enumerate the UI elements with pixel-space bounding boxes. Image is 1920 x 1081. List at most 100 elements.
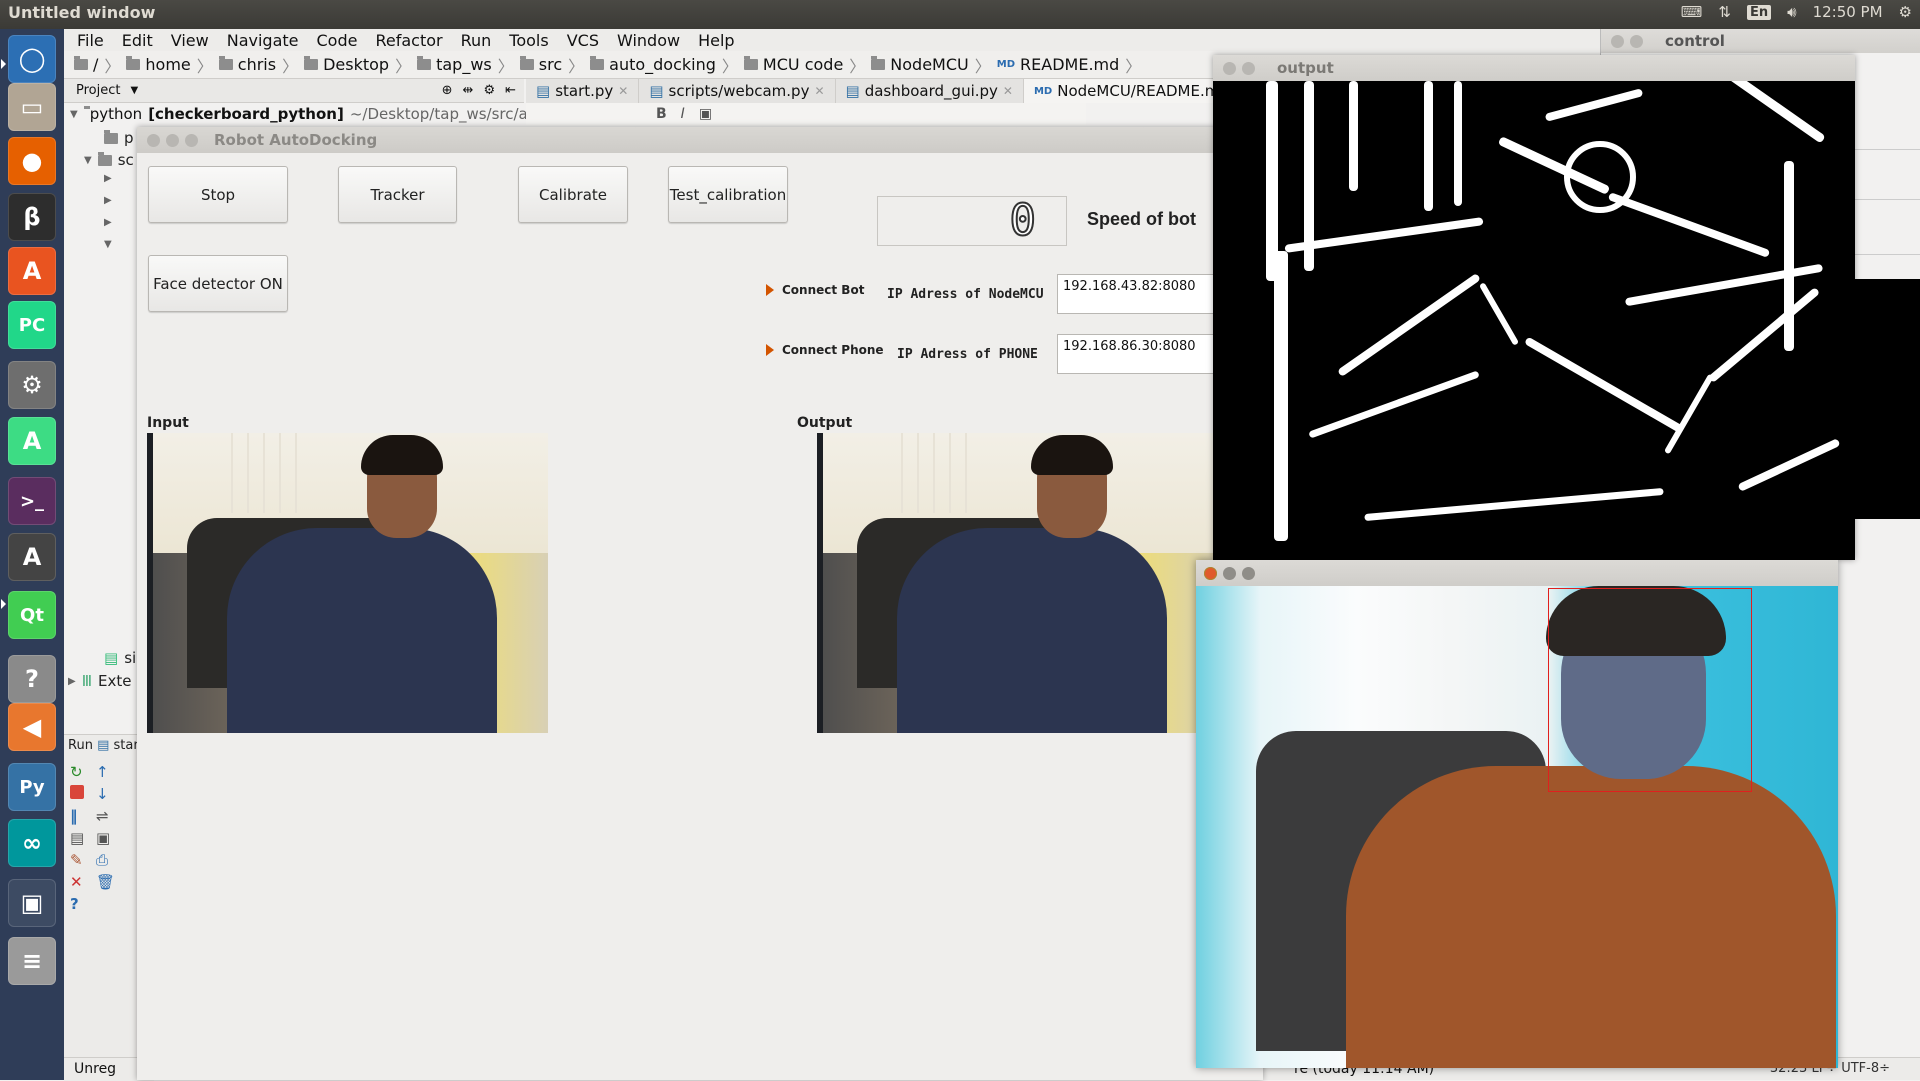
menu-refactor[interactable]: Refactor <box>368 31 449 50</box>
chevron-right-icon[interactable]: ▶ <box>104 195 112 206</box>
face-camera-image <box>1196 586 1838 1068</box>
crumb-tap-ws[interactable]: tap_ws <box>417 55 492 74</box>
chevron-right-icon[interactable]: ▶ <box>104 217 112 228</box>
qt-creator-icon[interactable]: Qt <box>8 591 56 639</box>
chevron-right-icon[interactable]: ▶ <box>68 676 76 687</box>
tab-start-py[interactable]: ▤ start.py ✕ <box>526 79 640 103</box>
chevron-down-icon[interactable]: ▼ <box>84 155 92 166</box>
connect-phone-button[interactable]: Connect Phone <box>766 343 884 357</box>
wrap-icon[interactable]: ⇌ <box>96 807 110 825</box>
code-icon[interactable]: ▣ <box>699 106 712 122</box>
pycharm-icon[interactable]: PC <box>8 301 56 349</box>
pause-icon[interactable]: ‖ <box>70 807 84 825</box>
menu-run[interactable]: Run <box>454 31 499 50</box>
menu-view[interactable]: View <box>164 31 216 50</box>
menu-window[interactable]: Window <box>610 31 687 50</box>
crumb-auto-docking[interactable]: auto_docking <box>590 55 716 74</box>
arduino-icon[interactable]: ∞ <box>8 819 56 867</box>
files-icon[interactable]: ▭ <box>8 83 56 131</box>
tracker-button[interactable]: Tracker <box>338 166 457 223</box>
help-icon[interactable]: ? <box>70 895 84 913</box>
workspace-icon[interactable]: ▣ <box>8 879 56 927</box>
crumb-mcu-code[interactable]: MCU code <box>743 55 843 74</box>
tree-item[interactable]: ▶ Ⅲ Exte <box>68 672 138 690</box>
close-icon[interactable] <box>1204 566 1217 580</box>
gear-icon[interactable]: ⚙ <box>483 83 495 98</box>
dash-icon[interactable]: ◯ <box>8 35 56 83</box>
project-view-selector[interactable]: Project <box>76 83 120 98</box>
maximize-icon[interactable] <box>185 133 198 147</box>
pin-icon[interactable]: ✎ <box>70 851 84 869</box>
minimize-icon[interactable] <box>1223 566 1236 580</box>
stop-button[interactable]: Stop <box>148 166 288 223</box>
minimize-icon[interactable] <box>1242 61 1255 75</box>
arrow-down-icon[interactable]: ↓ <box>96 785 110 803</box>
chevron-right-icon[interactable]: ▶ <box>104 173 112 184</box>
arrow-up-icon[interactable]: ↑ <box>96 763 110 781</box>
volume-icon[interactable]: 🔊︎ <box>1787 3 1796 21</box>
close-icon[interactable]: ✕ <box>1003 84 1013 98</box>
terminal-icon[interactable]: >_ <box>8 477 56 525</box>
test-calibration-button[interactable]: Test_calibration <box>668 166 788 223</box>
close-icon[interactable]: ✕ <box>814 84 824 98</box>
minimize-icon[interactable] <box>1630 34 1643 48</box>
stop-icon[interactable] <box>70 785 84 799</box>
crumb-readme[interactable]: MD README.md <box>997 55 1120 74</box>
layout-icon[interactable]: ▤ <box>70 829 84 847</box>
settings-icon[interactable]: ⚙ <box>8 361 56 409</box>
close-icon[interactable] <box>1223 61 1236 75</box>
menu-file[interactable]: File <box>70 31 111 50</box>
close-icon[interactable] <box>1611 34 1624 48</box>
network-icon[interactable]: ⇅ <box>1718 3 1731 21</box>
connect-bot-button[interactable]: Connect Bot <box>766 283 864 297</box>
tab-webcam-py[interactable]: ▤ scripts/webcam.py ✕ <box>639 79 836 103</box>
menu-help[interactable]: Help <box>691 31 741 50</box>
maximize-icon[interactable] <box>1242 566 1255 580</box>
italic-button[interactable]: I <box>681 106 685 122</box>
chevron-down-icon[interactable]: ▼ <box>130 85 138 96</box>
trash-icon[interactable]: ≡ <box>8 937 56 985</box>
menu-edit[interactable]: Edit <box>115 31 160 50</box>
crumb-desktop[interactable]: Desktop <box>304 55 389 74</box>
python-icon[interactable]: Py <box>8 763 56 811</box>
input-language-indicator[interactable]: En <box>1746 4 1772 20</box>
scroll-icon[interactable]: ▣ <box>96 829 110 847</box>
face-detector-button[interactable]: Face detector ON <box>148 255 288 312</box>
collapse-icon[interactable]: ⇹ <box>463 83 474 98</box>
updater-icon[interactable]: A <box>8 533 56 581</box>
rerun-icon[interactable]: ↻ <box>70 763 84 781</box>
android-studio-icon[interactable]: A <box>8 417 56 465</box>
crumb-root[interactable]: / <box>74 55 98 74</box>
close-icon[interactable]: ✕ <box>618 84 628 98</box>
gear-icon[interactable]: ⚙ <box>1899 3 1912 21</box>
menu-vcs[interactable]: VCS <box>560 31 606 50</box>
chevron-down-icon[interactable]: ▼ <box>70 109 78 120</box>
crumb-nodemcu[interactable]: NodeMCU <box>871 55 969 74</box>
help-icon[interactable]: ? <box>8 655 56 703</box>
keyboard-icon[interactable]: ⌨ <box>1681 3 1703 21</box>
clock[interactable]: 12:50 PM <box>1813 3 1883 21</box>
crumb-chris[interactable]: chris <box>218 55 276 74</box>
hide-icon[interactable]: ⇤ <box>505 83 516 98</box>
b3-icon[interactable]: β <box>8 193 56 241</box>
crumb-src[interactable]: src <box>519 55 562 74</box>
close-icon[interactable] <box>147 133 160 147</box>
tree-root[interactable]: ▼ python [checkerboard_python] ~/Desktop… <box>64 103 530 125</box>
library-icon: Ⅲ <box>81 672 93 690</box>
software-center-icon[interactable]: A <box>8 247 56 295</box>
minimize-icon[interactable] <box>166 133 179 147</box>
bold-button[interactable]: B <box>656 106 667 122</box>
menu-tools[interactable]: Tools <box>502 31 555 50</box>
menu-code[interactable]: Code <box>310 31 365 50</box>
calibrate-button[interactable]: Calibrate <box>518 166 628 223</box>
firefox-icon[interactable]: ● <box>8 137 56 185</box>
close-icon[interactable]: ✕ <box>70 873 84 891</box>
print-icon[interactable]: ⎙ <box>96 851 110 869</box>
back-icon[interactable]: ◀ <box>8 703 56 751</box>
tab-dashboard-gui-py[interactable]: ▤ dashboard_gui.py ✕ <box>836 79 1024 103</box>
crumb-home[interactable]: home <box>126 55 191 74</box>
menu-navigate[interactable]: Navigate <box>220 31 306 50</box>
chevron-down-icon[interactable]: ▼ <box>104 239 112 250</box>
trash-icon[interactable]: 🗑︎ <box>96 873 115 891</box>
target-icon[interactable]: ⊕ <box>442 83 453 98</box>
